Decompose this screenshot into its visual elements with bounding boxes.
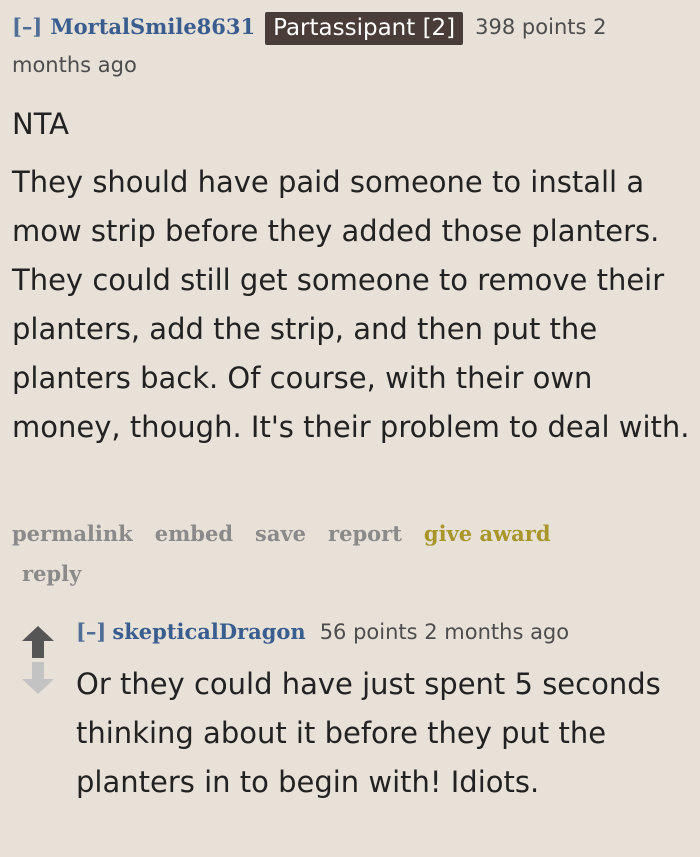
downvote-arrow-icon[interactable] (20, 660, 56, 696)
child-collapse-toggle[interactable]: [–] (76, 619, 106, 644)
comment-verdict: NTA (12, 107, 69, 141)
child-tagline: [–] skepticalDragon 56 points 2 months ago (76, 612, 696, 652)
user-flair: Partassipant [2] (265, 12, 464, 45)
author-link[interactable]: MortalSmile8631 (50, 14, 255, 39)
upvote-arrow-icon[interactable] (20, 624, 56, 660)
reply-link[interactable]: reply (22, 554, 81, 594)
embed-link[interactable]: embed (155, 514, 233, 554)
upvote-arrow-svg (22, 626, 54, 658)
collapse-toggle[interactable]: [–] (12, 14, 42, 39)
comment-actions: permalink embed save report give award reply (12, 514, 682, 594)
child-score-timestamp: 56 points 2 months ago (319, 620, 570, 644)
downvote-arrow-svg (22, 662, 54, 694)
child-author-link[interactable]: skepticalDragon (112, 619, 305, 644)
child-comment-body: Or they could have just spent 5 seconds … (76, 667, 661, 799)
comment-tagline: [–] MortalSmile8631 Partassipant [2] 398 po… (12, 8, 692, 84)
report-link[interactable]: report (328, 514, 402, 554)
give-award-link[interactable]: give award (424, 514, 551, 554)
permalink-link[interactable]: permalink (12, 514, 133, 554)
comment-body: They should have paid someone to install… (12, 165, 690, 444)
save-link[interactable]: save (255, 514, 306, 554)
